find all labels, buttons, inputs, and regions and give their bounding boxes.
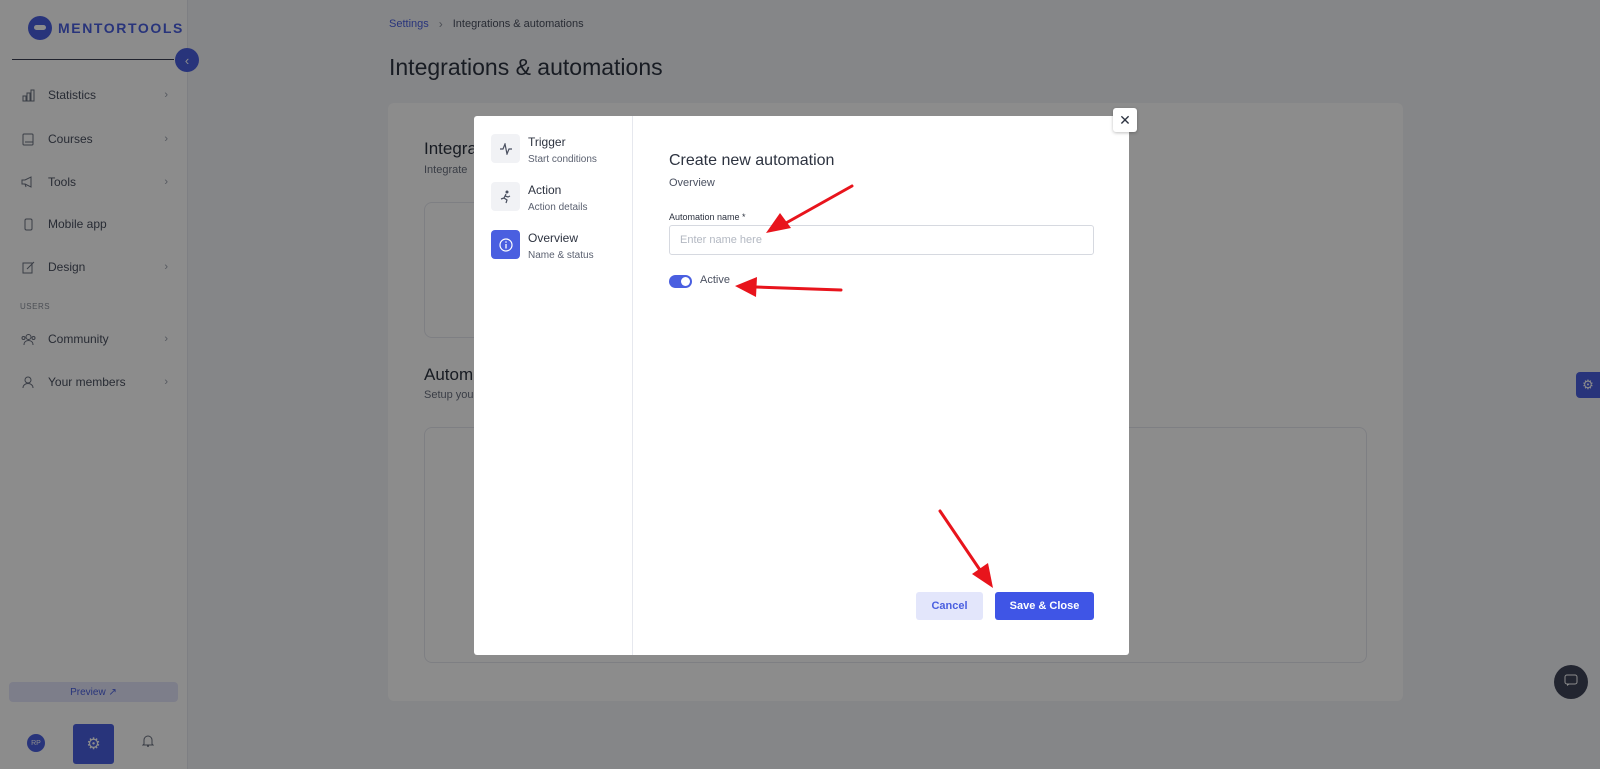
step-subtitle: Action details <box>528 202 588 213</box>
close-icon: ✕ <box>1119 111 1131 128</box>
modal-step-list: Trigger Start conditions Action Action d… <box>474 116 633 655</box>
create-automation-modal: Trigger Start conditions Action Action d… <box>474 116 1129 655</box>
pulse-icon <box>491 134 520 163</box>
step-subtitle: Start conditions <box>528 154 597 165</box>
modal-title: Create new automation <box>669 152 835 169</box>
step-title: Action <box>528 183 562 197</box>
automation-name-input[interactable] <box>669 225 1094 255</box>
step-overview[interactable]: Overview Name & status <box>491 230 594 261</box>
step-subtitle: Name & status <box>528 250 594 261</box>
automation-name-label: Automation name * <box>669 212 746 222</box>
info-icon <box>491 230 520 259</box>
cancel-button[interactable]: Cancel <box>916 592 983 620</box>
step-action[interactable]: Action Action details <box>491 182 587 213</box>
modal-subtitle: Overview <box>669 177 715 189</box>
close-modal-button[interactable]: ✕ <box>1113 108 1137 132</box>
active-toggle-label: Active <box>700 274 730 286</box>
running-icon <box>491 182 520 211</box>
save-and-close-button[interactable]: Save & Close <box>995 592 1094 620</box>
step-title: Trigger <box>528 135 566 149</box>
step-trigger[interactable]: Trigger Start conditions <box>491 134 597 165</box>
active-toggle[interactable] <box>669 275 692 288</box>
step-title: Overview <box>528 231 579 245</box>
